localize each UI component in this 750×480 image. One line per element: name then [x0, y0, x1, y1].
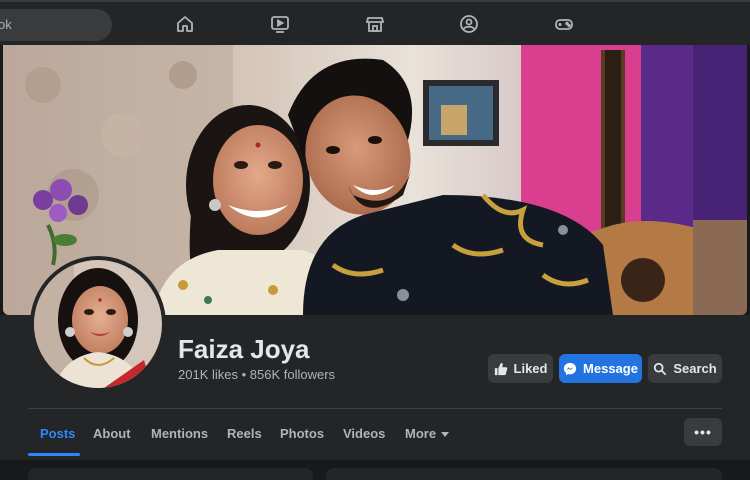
groups-icon[interactable] — [458, 13, 480, 35]
tab-reels[interactable]: Reels — [227, 426, 262, 441]
profile-avatar[interactable] — [30, 256, 166, 392]
intro-card — [28, 468, 313, 480]
tab-more[interactable]: More — [405, 426, 450, 441]
search-input-text: ok — [0, 17, 12, 32]
message-button[interactable]: Message — [559, 354, 642, 383]
search-icon — [654, 362, 667, 375]
liked-button-label: Liked — [513, 361, 548, 376]
tab-about[interactable]: About — [93, 426, 131, 441]
messenger-icon — [563, 362, 577, 375]
search-page-button-label: Search — [673, 361, 717, 376]
page-stats: 201K likes • 856K followers — [178, 367, 336, 382]
tab-photos[interactable]: Photos — [280, 426, 324, 441]
tab-more-label: More — [405, 426, 437, 441]
top-navigation-bar: ok — [0, 0, 750, 45]
tab-posts[interactable]: Posts — [40, 426, 75, 441]
caret-down-icon — [441, 432, 450, 438]
liked-button[interactable]: Liked — [488, 354, 553, 383]
home-icon[interactable] — [174, 13, 196, 35]
post-composer-card — [326, 468, 722, 480]
video-icon[interactable] — [269, 13, 291, 35]
more-options-button[interactable]: ••• — [684, 418, 722, 446]
thumbs-up-icon — [494, 362, 507, 375]
divider — [28, 408, 722, 409]
marketplace-icon[interactable] — [364, 13, 386, 35]
message-button-label: Message — [583, 361, 638, 376]
ellipsis-icon: ••• — [694, 424, 712, 440]
page-name: Faiza Joya — [178, 334, 310, 364]
search-page-button[interactable]: Search — [648, 354, 722, 383]
gaming-icon[interactable] — [553, 13, 575, 35]
tab-mentions[interactable]: Mentions — [151, 426, 208, 441]
active-tab-indicator — [28, 453, 80, 456]
tab-videos[interactable]: Videos — [343, 426, 385, 441]
search-input[interactable]: ok — [0, 9, 112, 41]
